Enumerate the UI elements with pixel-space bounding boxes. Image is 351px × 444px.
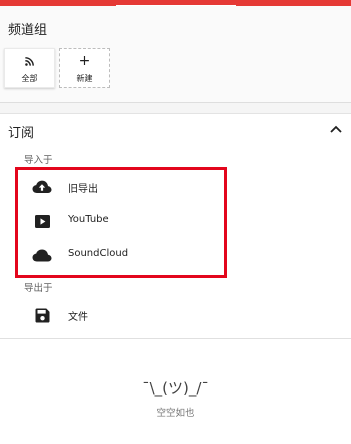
group-tile-all[interactable]: 全部: [4, 48, 55, 88]
group-tile-label: 全部: [21, 74, 38, 83]
rss-icon: [5, 54, 54, 68]
export-file-item[interactable]: 文件: [24, 300, 324, 330]
chevron-up-icon[interactable]: [327, 120, 345, 138]
subscriptions-title: 订阅: [8, 126, 35, 141]
export-file-label: 文件: [68, 312, 88, 323]
subscriptions-header[interactable]: 订阅: [0, 114, 351, 144]
save-icon: [32, 307, 52, 323]
section-separator: [0, 103, 351, 114]
new-group-button[interactable]: + 新建: [59, 48, 110, 88]
import-from-label: 导入于: [24, 155, 53, 166]
plus-icon: +: [78, 53, 91, 69]
empty-state-emoticon: ¯\_(ツ)_/¯: [142, 379, 209, 397]
list-divider: [0, 338, 351, 339]
export-to-label: 导出于: [24, 283, 53, 294]
empty-state-text: 空空如也: [156, 408, 195, 419]
highlight-box: [15, 167, 227, 278]
channel-groups-card: 频道组 全部 + 新建: [0, 6, 351, 103]
new-group-label: 新建: [76, 74, 93, 83]
channel-groups-title: 频道组: [8, 23, 48, 38]
